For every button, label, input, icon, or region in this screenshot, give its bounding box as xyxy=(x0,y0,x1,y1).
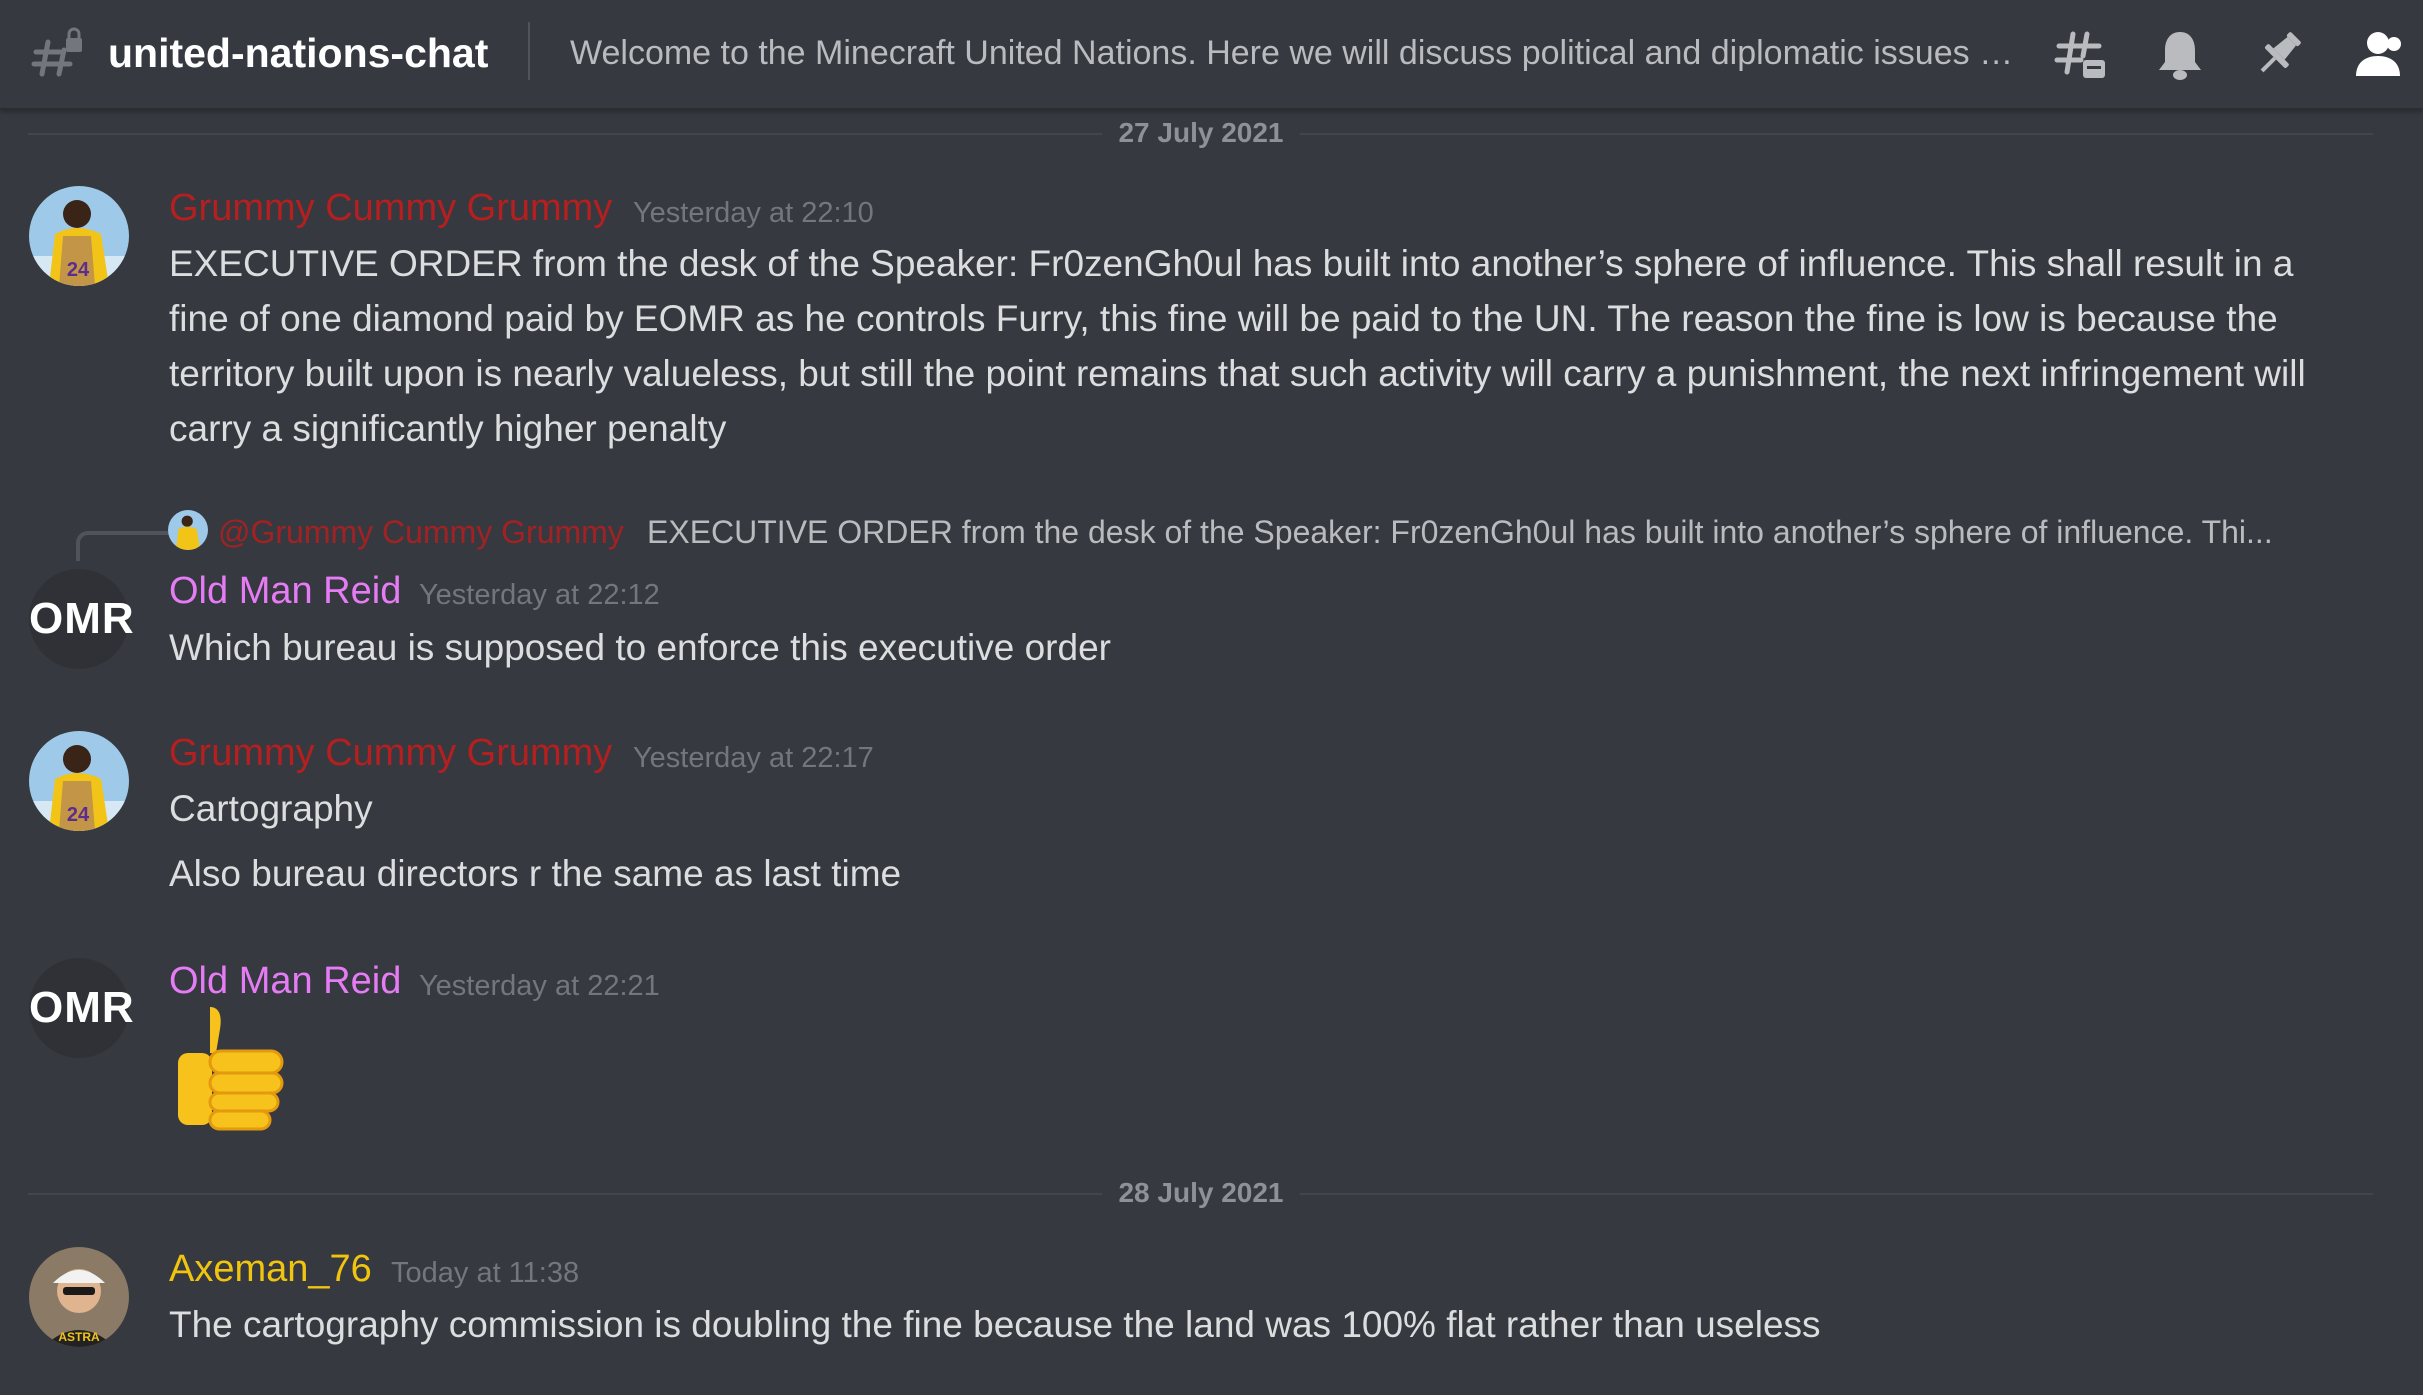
message-timestamp: Today at 11:38 xyxy=(391,1257,580,1289)
avatar[interactable]: 24 xyxy=(29,731,129,831)
svg-text:ASTRA: ASTRA xyxy=(58,1330,100,1344)
message-author[interactable]: Axeman_76 xyxy=(169,1246,372,1292)
message-text: The cartography commission is doubling t… xyxy=(169,1304,1821,1345)
locked-channel-hash-icon xyxy=(30,26,86,82)
date-label: 28 July 2021 xyxy=(1102,1176,1300,1210)
avatar[interactable]: ASTRA xyxy=(29,1247,129,1347)
message-text: Which bureau is supposed to enforce this… xyxy=(169,627,1111,668)
thumbs-up-icon[interactable] xyxy=(170,1003,290,1133)
svg-text:24: 24 xyxy=(67,259,90,281)
reply-preview-text[interactable]: EXECUTIVE ORDER from the desk of the Spe… xyxy=(647,512,2287,552)
message-timestamp: Yesterday at 22:10 xyxy=(633,197,874,229)
message-author[interactable]: Grummy Cummy Grummy xyxy=(169,185,612,231)
threads-icon[interactable] xyxy=(2053,26,2109,82)
avatar[interactable]: OMR xyxy=(29,958,134,1058)
message-author[interactable]: Old Man Reid xyxy=(169,958,401,1004)
channel-header: united-nations-chat Welcome to the Minec… xyxy=(0,0,2423,110)
message-text: Also bureau directors r the same as last… xyxy=(169,853,902,894)
channel-name: united-nations-chat xyxy=(108,30,489,76)
header-divider xyxy=(528,22,530,80)
svg-text:24: 24 xyxy=(67,804,90,826)
avatar[interactable]: OMR xyxy=(29,569,134,669)
message-author[interactable]: Grummy Cummy Grummy xyxy=(169,730,612,776)
message-timestamp: Yesterday at 22:17 xyxy=(633,742,874,774)
message-author[interactable]: Old Man Reid xyxy=(169,568,401,614)
reply-avatar[interactable] xyxy=(168,510,208,550)
reply-author[interactable]: @Grummy Cummy Grummy xyxy=(218,512,624,552)
channel-topic[interactable]: Welcome to the Minecraft United Nations.… xyxy=(570,32,2030,74)
message-timestamp: Yesterday at 22:21 xyxy=(419,970,660,1002)
bell-icon[interactable] xyxy=(2152,26,2208,82)
message-timestamp: Yesterday at 22:12 xyxy=(419,579,660,611)
avatar[interactable]: 24 xyxy=(29,186,129,286)
pin-icon[interactable] xyxy=(2251,26,2307,82)
reply-connector xyxy=(76,531,170,561)
message-text: EXECUTIVE ORDER from the desk of the Spe… xyxy=(169,243,2306,449)
date-label: 27 July 2021 xyxy=(1102,116,1300,150)
message-text: Cartography xyxy=(169,788,373,829)
members-icon[interactable] xyxy=(2350,26,2406,82)
